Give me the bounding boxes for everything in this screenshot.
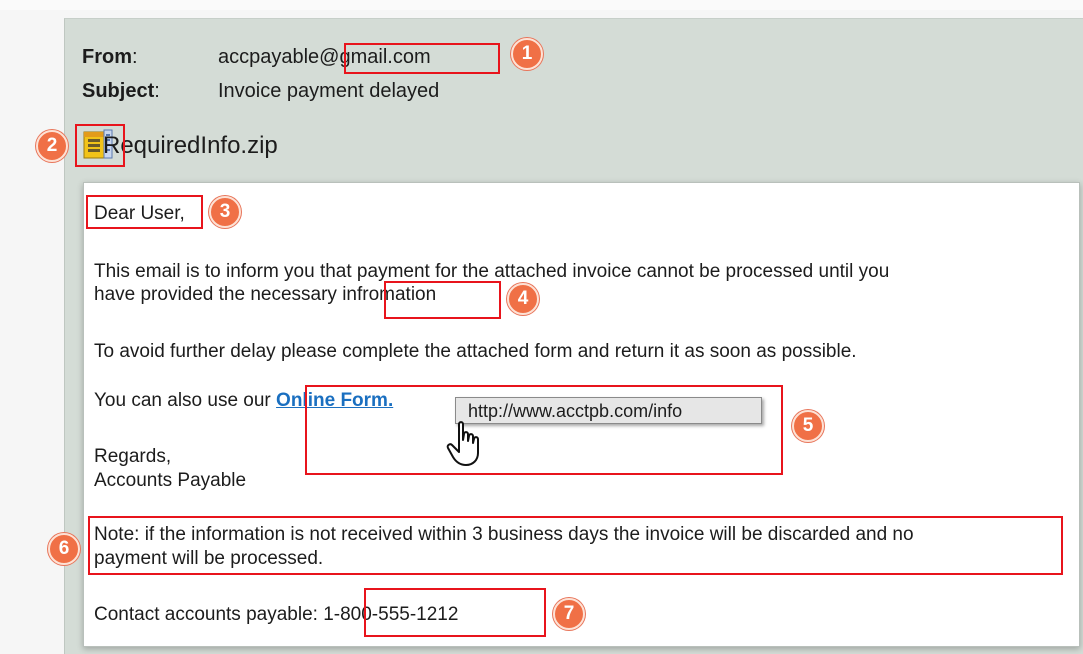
highlight-attachment-icon [75,124,125,167]
body-paragraph-2: To avoid further delay please complete t… [94,341,857,362]
closing-regards: Regards, [94,446,172,467]
attachment-filename[interactable]: RequiredInfo.zip [103,131,278,161]
annotation-badge-3: 3 [209,196,241,228]
highlight-threat-note [88,516,1063,575]
annotation-badge-4: 4 [507,283,539,315]
annotation-badge-2: 2 [36,130,68,162]
highlight-greeting [86,195,203,229]
highlight-misspelling [384,281,501,319]
from-label: From: [82,46,138,68]
highlight-link-url [305,385,783,475]
signature: Accounts Payable [94,470,247,491]
annotation-badge-5: 5 [792,410,824,442]
highlight-phone-number [364,588,546,637]
subject-text: Invoice payment delayed [218,80,440,102]
subject-label: Subject: [82,80,160,102]
annotation-badge-1: 1 [511,38,543,70]
highlight-sender-domain [344,43,500,74]
top-strip [0,0,1083,10]
annotation-badge-6: 6 [48,533,80,565]
annotation-badge-7: 7 [553,598,585,630]
